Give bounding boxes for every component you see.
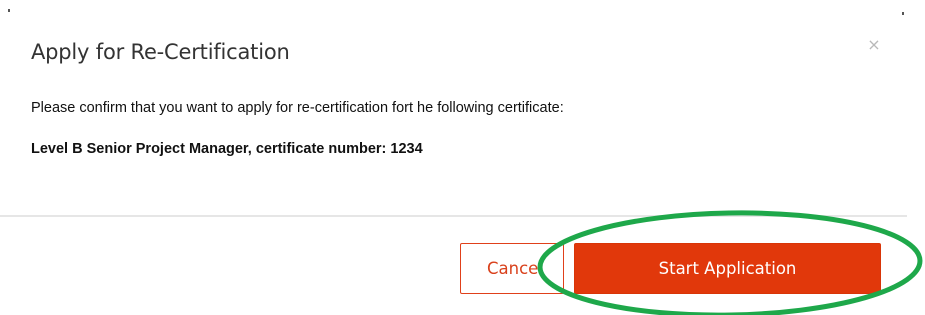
start-application-button[interactable]: Start Application xyxy=(574,243,881,294)
cancel-button-label: Cancel xyxy=(487,259,543,278)
cancel-button[interactable]: Cancel xyxy=(460,243,564,294)
corner-mark xyxy=(902,12,904,15)
dialog-title: Apply for Re-Certification xyxy=(31,40,290,64)
corner-mark xyxy=(8,9,10,12)
recertification-dialog: Apply for Re-Certification × Please conf… xyxy=(0,0,925,315)
certificate-info: Level B Senior Project Manager, certific… xyxy=(31,141,423,157)
footer-divider xyxy=(0,215,907,217)
close-icon[interactable]: × xyxy=(864,35,884,55)
confirmation-message: Please confirm that you want to apply fo… xyxy=(31,100,564,116)
